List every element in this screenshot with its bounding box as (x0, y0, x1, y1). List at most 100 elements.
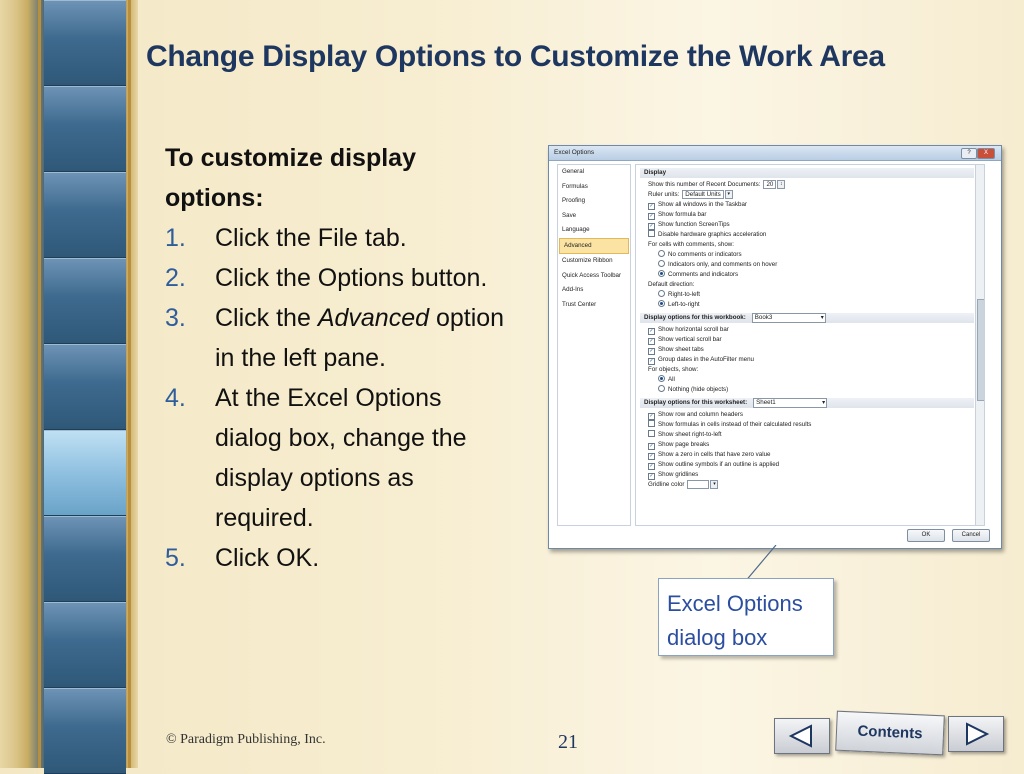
worksheet-select[interactable]: Sheet1 (753, 398, 828, 408)
checkbox-row[interactable]: ✓ Show horizontal scroll bar (636, 325, 984, 335)
checkbox-row[interactable]: ✓ Group dates in the AutoFilter menu (636, 355, 984, 365)
help-button[interactable]: ? (961, 148, 977, 159)
checkbox-row[interactable]: Show sheet right-to-left (636, 430, 984, 440)
nav-item-proofing[interactable]: Proofing (558, 194, 630, 209)
checkbox[interactable]: ✓ (648, 338, 655, 345)
workbook-select[interactable]: Book3 (751, 313, 826, 323)
nav-item-language[interactable]: Language (558, 223, 630, 238)
checkbox[interactable] (648, 430, 655, 437)
checkbox[interactable]: ✓ (648, 473, 655, 480)
checkbox[interactable]: ✓ (648, 453, 655, 460)
options-scrollbar[interactable] (975, 165, 984, 525)
nav-item-trust-center[interactable]: Trust Center (558, 298, 630, 313)
checkbox-label: Show formula bar (658, 211, 707, 218)
nav-item-general[interactable]: General (558, 165, 630, 180)
checkbox-row[interactable]: ✓ Show outline symbols if an outline is a… (636, 460, 984, 470)
checkbox-row[interactable]: ✓ Show gridlines (636, 470, 984, 480)
checkbox[interactable]: ✓ (648, 328, 655, 335)
radio-row[interactable]: No comments or indicators (636, 250, 984, 260)
checkbox[interactable]: ✓ (648, 213, 655, 220)
radio-button[interactable] (658, 300, 665, 307)
contents-button[interactable]: Contents (835, 710, 945, 756)
nav-item-customize-ribbon[interactable]: Customize Ribbon (558, 254, 630, 269)
gridline-color-picker[interactable] (687, 480, 710, 489)
step-text: Click OK. (215, 544, 320, 572)
nav-item-formulas[interactable]: Formulas (558, 180, 630, 195)
checkbox[interactable]: ✓ (648, 348, 655, 355)
callout-box: Excel Options dialog box (658, 578, 834, 656)
checkbox-row[interactable]: ✓ Show formula bar (636, 210, 984, 220)
radio-button[interactable] (658, 260, 665, 267)
checkbox[interactable] (648, 420, 655, 427)
checkbox-row[interactable]: ✓ Show a zero in cells that have zero val… (636, 450, 984, 460)
checkbox[interactable]: ✓ (648, 223, 655, 230)
step-3: 3. Click the Advanced option in the left… (165, 298, 505, 378)
ok-button[interactable]: OK (907, 529, 945, 542)
step-2: 2. Click the Options button. (165, 258, 505, 298)
checkbox[interactable]: ✓ (648, 463, 655, 470)
radio-button[interactable] (658, 375, 665, 382)
previous-slide-button[interactable] (774, 718, 830, 754)
checkbox-row[interactable]: Show formulas in cells instead of their … (636, 420, 984, 430)
cancel-button[interactable]: Cancel (952, 529, 990, 542)
radio-label: Nothing (hide objects) (668, 386, 729, 393)
checkbox[interactable]: ✓ (648, 443, 655, 450)
checkbox[interactable]: ✓ (648, 413, 655, 420)
radio-row[interactable]: Nothing (hide objects) (636, 385, 984, 395)
radio-label: Comments and indicators (668, 271, 739, 278)
radio-label: No comments or indicators (668, 251, 742, 258)
radio-button[interactable] (658, 250, 665, 257)
recent-documents-input[interactable]: 20 (763, 180, 777, 189)
step-text-emphasis: Advanced (317, 304, 430, 332)
checkbox-row[interactable]: Disable hardware graphics acceleration (636, 230, 984, 240)
checkbox-label: Show horizontal scroll bar (658, 326, 729, 333)
workbook-section-label: Display options for this workbook: (644, 314, 746, 321)
nav-item-advanced[interactable]: Advanced (559, 237, 629, 254)
radio-button[interactable] (658, 385, 665, 392)
step-number: 3. (165, 304, 186, 332)
checkbox-label: Show sheet tabs (658, 346, 704, 353)
copyright-text: © Paradigm Publishing, Inc. (166, 732, 326, 747)
dropdown-arrow-icon[interactable]: ▾ (710, 480, 719, 489)
step-4: 4. At the Excel Options dialog box, chan… (165, 378, 505, 538)
checkbox-label: Show formulas in cells instead of their … (658, 421, 812, 428)
film-tile (44, 344, 126, 430)
checkbox-row[interactable]: ✓ Show function ScreenTips (636, 220, 984, 230)
nav-item-save[interactable]: Save (558, 209, 630, 224)
dropdown-arrow-icon[interactable]: ▾ (724, 190, 733, 199)
radio-button[interactable] (658, 290, 665, 297)
checkbox-label: Group dates in the AutoFilter menu (658, 356, 754, 363)
checkbox-row[interactable]: ✓ Show page breaks (636, 440, 984, 450)
nav-item-add-ins[interactable]: Add-Ins (558, 283, 630, 298)
radio-row[interactable]: All (636, 375, 984, 385)
ruler-units-select[interactable]: Default Units (682, 190, 724, 199)
display-checkboxes: ✓ Show all windows in the Taskbar ✓ Show fo… (636, 200, 984, 240)
checkbox-row[interactable]: ✓ Show all windows in the Taskbar (636, 200, 984, 210)
next-slide-button[interactable] (948, 716, 1004, 752)
checkbox[interactable]: ✓ (648, 358, 655, 365)
spin-icon[interactable]: ↕ (777, 180, 786, 189)
checkbox[interactable]: ✓ (648, 203, 655, 210)
film-tile (44, 172, 126, 258)
film-tile (44, 86, 126, 172)
checkbox-label: Show all windows in the Taskbar (658, 201, 747, 208)
slide-title: Change Display Options to Customize the … (146, 40, 885, 73)
scrollbar-thumb[interactable] (977, 299, 984, 401)
ruler-units-row: Ruler units: Default Units ▾ (636, 190, 984, 200)
checkbox[interactable] (648, 230, 655, 237)
nav-item-quick-access-toolbar[interactable]: Quick Access Toolbar (558, 269, 630, 284)
radio-row[interactable]: Indicators only, and comments on hover (636, 260, 984, 270)
checkbox-row[interactable]: ✓ Show row and column headers (636, 410, 984, 420)
object-options: All Nothing (hide objects) (636, 375, 984, 395)
dialog-titlebar: Excel Options ? X (549, 146, 1001, 161)
radio-row[interactable]: Right-to-left (636, 290, 984, 300)
radio-row[interactable]: Comments and indicators (636, 270, 984, 280)
instruction-intro: To customize display options: (165, 144, 416, 212)
radio-row[interactable]: Left-to-right (636, 300, 984, 310)
checkbox-row[interactable]: ✓ Show vertical scroll bar (636, 335, 984, 345)
close-button[interactable]: X (977, 148, 995, 159)
radio-button[interactable] (658, 270, 665, 277)
checkbox-row[interactable]: ✓ Show sheet tabs (636, 345, 984, 355)
film-tile (44, 602, 126, 688)
radio-label: Right-to-left (668, 291, 700, 298)
